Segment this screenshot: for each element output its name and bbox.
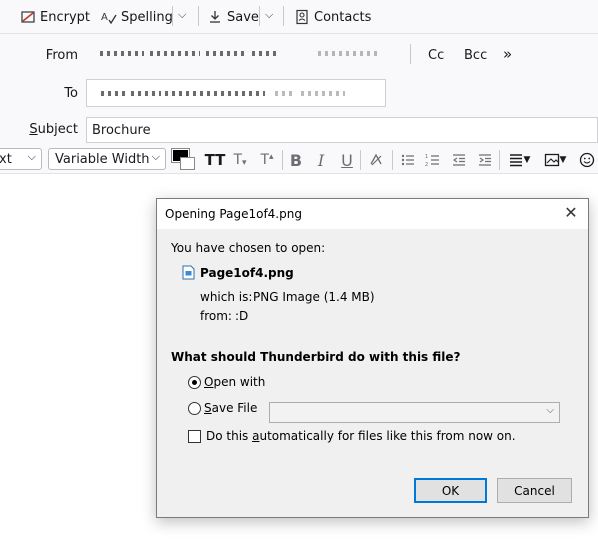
- dialog-title: Opening Page1of4.png: [165, 207, 302, 221]
- bulleted-list-icon[interactable]: [398, 149, 418, 171]
- bcc-button[interactable]: Bcc: [464, 48, 487, 63]
- file-name: Page1of4.png: [200, 266, 294, 280]
- bold-button[interactable]: B: [287, 149, 305, 171]
- header-separator: [410, 44, 411, 64]
- text-color-picker[interactable]: [171, 148, 196, 171]
- to-label: To: [64, 86, 78, 101]
- redacted-text: [150, 51, 200, 56]
- encrypt-button[interactable]: Encrypt: [20, 7, 90, 27]
- svg-text:1: 1: [425, 154, 428, 160]
- redacted-text: [275, 91, 295, 96]
- italic-button[interactable]: I: [312, 149, 330, 171]
- subject-label: Subject: [29, 122, 78, 137]
- redacted-text: [318, 51, 378, 56]
- from-value: :D: [235, 309, 249, 323]
- larger-font-icon[interactable]: T ▴: [257, 149, 277, 171]
- contacts-button[interactable]: Contacts: [294, 7, 371, 27]
- spelling-icon: A: [101, 12, 117, 25]
- font-value: Variable Width: [55, 151, 150, 167]
- to-row: To: [0, 79, 598, 107]
- save-file-label[interactable]: Save File: [204, 401, 257, 415]
- numbered-list-icon[interactable]: 12: [423, 149, 443, 171]
- close-icon[interactable]: ✕: [562, 203, 580, 222]
- font-size-reset-icon[interactable]: TT: [205, 149, 226, 171]
- toolbar-separator: [283, 6, 284, 26]
- redacted-text: [252, 51, 280, 56]
- open-with-radio[interactable]: [188, 376, 201, 389]
- more-recipients-chevron-icon[interactable]: »: [503, 45, 512, 63]
- download-icon: [210, 11, 220, 23]
- image-file-icon: [182, 265, 195, 280]
- intro-text: You have chosen to open:: [171, 241, 326, 255]
- compose-toolbar: Encrypt A Spelling ⌵ Save ⌵ Contacts: [0, 0, 598, 34]
- spelling-label: Spelling: [121, 9, 173, 25]
- redacted-text: [131, 91, 161, 96]
- auto-action-label[interactable]: Do this automatically for files like thi…: [206, 429, 516, 443]
- action-question: What should Thunderbird do with this fil…: [171, 350, 461, 364]
- which-is-label: which is:: [200, 290, 253, 304]
- ok-button[interactable]: OK: [414, 478, 487, 503]
- from-label: From: [45, 48, 78, 63]
- file-type-value: PNG Image (1.4 MB): [253, 290, 375, 304]
- outdent-icon[interactable]: [449, 149, 469, 171]
- paragraph-format-value: xt: [0, 151, 12, 167]
- insert-image-menu-icon[interactable]: ▼: [539, 149, 571, 171]
- underline-button[interactable]: U: [338, 149, 356, 171]
- formatting-toolbar: xt ⌵ Variable Width ⌵ TT T ▾ T ▴ B I U 12 …: [0, 146, 598, 174]
- cancel-button[interactable]: Cancel: [497, 478, 572, 503]
- chevron-down-icon: ⌵: [27, 150, 36, 163]
- save-label: Save: [227, 9, 259, 25]
- auto-action-checkbox[interactable]: [188, 430, 201, 443]
- subject-row: Subject Brochure: [0, 117, 598, 143]
- paragraph-format-select[interactable]: xt ⌵: [0, 148, 42, 170]
- dialog-body: You have chosen to open: Page1of4.png wh…: [157, 229, 588, 517]
- toolbar-separator: [282, 150, 283, 170]
- save-file-radio[interactable]: [188, 402, 201, 415]
- from-row: From Cc Bcc »: [0, 40, 598, 70]
- to-recipient-field[interactable]: [86, 79, 386, 107]
- redacted-text: [301, 91, 345, 96]
- emoji-icon[interactable]: [577, 149, 597, 171]
- clear-formatting-icon[interactable]: [365, 149, 387, 171]
- indent-icon[interactable]: [475, 149, 495, 171]
- toolbar-separator: [360, 150, 361, 170]
- encrypt-label: Encrypt: [40, 9, 90, 25]
- dialog-titlebar: Opening Page1of4.png ✕: [157, 199, 588, 229]
- subject-value: Brochure: [92, 123, 151, 138]
- open-with-label[interactable]: Open with: [204, 375, 265, 389]
- spelling-dropdown-chevron-icon[interactable]: ⌵: [178, 8, 186, 22]
- spelling-button[interactable]: A Spelling: [101, 7, 173, 27]
- save-button[interactable]: Save: [207, 7, 259, 27]
- toolbar-separator: [499, 150, 500, 170]
- toolbar-separator: [392, 150, 393, 170]
- svg-text:2: 2: [425, 162, 428, 168]
- font-select[interactable]: Variable Width ⌵: [48, 148, 166, 170]
- subject-input[interactable]: Brochure: [86, 117, 598, 143]
- redacted-text: [165, 91, 265, 96]
- svg-text:A: A: [101, 12, 108, 23]
- contacts-icon: [296, 9, 308, 25]
- background-color-swatch: [180, 157, 195, 170]
- toolbar-separator: [172, 6, 173, 26]
- open-file-dialog: Opening Page1of4.png ✕ You have chosen t…: [156, 198, 589, 518]
- redacted-text: [101, 91, 127, 96]
- toolbar-separator: [198, 6, 199, 26]
- redacted-text: [100, 51, 144, 56]
- from-identity-field[interactable]: [86, 40, 402, 68]
- chevron-down-icon: ⌵: [151, 150, 160, 163]
- cc-button[interactable]: Cc: [428, 48, 444, 63]
- smaller-font-icon[interactable]: T ▾: [230, 149, 250, 171]
- compose-header: From Cc Bcc » To Subject Brochure: [0, 34, 598, 146]
- alignment-menu-icon[interactable]: ▼: [504, 149, 534, 171]
- save-dropdown-chevron-icon[interactable]: ⌵: [265, 8, 273, 22]
- contacts-label: Contacts: [314, 9, 372, 25]
- toolbar-separator: [259, 6, 260, 26]
- from-label: from:: [200, 309, 232, 323]
- chevron-down-icon: ⌵: [546, 405, 554, 416]
- open-with-app-select[interactable]: ⌵: [269, 402, 560, 423]
- redacted-text: [206, 51, 246, 56]
- encrypt-icon: [21, 11, 35, 23]
